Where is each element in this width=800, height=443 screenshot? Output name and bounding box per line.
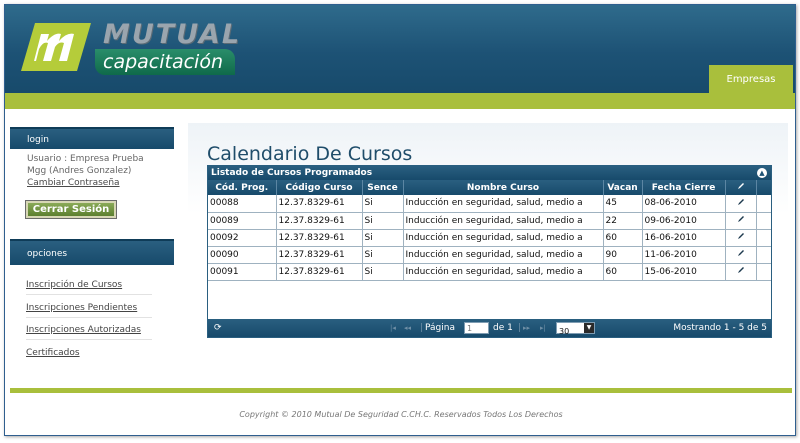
cell-spacer: [756, 212, 771, 230]
page-number-input[interactable]: 1: [464, 322, 489, 334]
cell-vacantes: 60: [603, 229, 643, 247]
cell-codigo-curso: 12.37.8329-61: [276, 229, 363, 247]
column-header-spacer: [756, 180, 771, 195]
logout-button[interactable]: Cerrar Sesión: [25, 200, 117, 219]
grid-pager: ⟳ |◂ ◂◂ | Página 1 de 1 | ▸▸ ▸| 30 ▼ Mos…: [208, 319, 771, 337]
user-line: Usuario : Empresa Prueba: [27, 154, 144, 164]
chevron-down-icon: ▼: [584, 323, 594, 333]
column-header[interactable]: Vacan: [603, 180, 643, 195]
column-header[interactable]: Fecha Cierre: [642, 180, 726, 195]
cell-spacer: [756, 246, 771, 264]
cell-vacantes: 90: [603, 246, 643, 264]
first-page-icon[interactable]: |◂: [390, 319, 396, 337]
cell-nombre-curso: Inducción en seguridad, salud, medio a: [403, 195, 604, 213]
cell-sence: Si: [362, 195, 404, 213]
options-section-header: opciones: [10, 239, 174, 265]
sidebar-item-inscripcion-cursos[interactable]: Inscripción de Cursos: [26, 280, 152, 295]
edit-icon[interactable]: [725, 263, 757, 281]
page-frame: MUTUAL capacitación Empresas login Usuar…: [4, 4, 796, 436]
cell-cod-prog: 00088: [208, 195, 277, 213]
sidebar-item-inscripciones-autorizadas[interactable]: Inscripciones Autorizadas: [26, 325, 152, 340]
cell-nombre-curso: Inducción en seguridad, salud, medio a: [403, 246, 604, 264]
cell-vacantes: 22: [603, 212, 643, 230]
table-row[interactable]: 00089 12.37.8329-61 Si Inducción en segu…: [208, 212, 771, 230]
brand-top-text: MUTUAL: [103, 19, 242, 50]
prev-page-icon[interactable]: ◂◂: [404, 319, 411, 337]
edit-icon[interactable]: [725, 195, 757, 213]
refresh-icon[interactable]: ⟳: [214, 319, 222, 337]
header: MUTUAL capacitación Empresas: [5, 5, 795, 93]
cell-cod-prog: 00092: [208, 229, 277, 247]
cell-codigo-curso: 12.37.8329-61: [276, 263, 363, 281]
cell-nombre-curso: Inducción en seguridad, salud, medio a: [403, 263, 604, 281]
login-section-header: login: [10, 127, 174, 149]
sidebar-item-certificados[interactable]: Certificados: [26, 348, 152, 362]
footer-copyright: Copyright © 2010 Mutual De Seguridad C.C…: [239, 410, 563, 419]
table-header-row: Cód. Prog. Código Curso Sence Nombre Cur…: [208, 180, 771, 195]
last-page-icon[interactable]: ▸|: [540, 319, 546, 337]
page-size-value: 30: [559, 327, 570, 336]
page-of-label: de 1: [493, 323, 513, 333]
page-size-select[interactable]: 30 ▼: [556, 322, 595, 336]
edit-icon[interactable]: [725, 246, 757, 264]
cell-codigo-curso: 12.37.8329-61: [276, 212, 363, 230]
column-header[interactable]: Sence: [362, 180, 404, 195]
user-name: Mgg (Andres Gonzalez): [27, 166, 132, 176]
page-title: Calendario De Cursos: [207, 143, 413, 165]
cell-vacantes: 45: [603, 195, 643, 213]
cell-nombre-curso: Inducción en seguridad, salud, medio a: [403, 229, 604, 247]
table-row[interactable]: 00092 12.37.8329-61 Si Inducción en segu…: [208, 229, 771, 247]
courses-grid: Listado de Cursos Programados ▲ Cód. Pro…: [207, 165, 772, 338]
records-count: Mostrando 1 - 5 de 5: [673, 323, 767, 333]
edit-icon[interactable]: [725, 229, 757, 247]
cell-sence: Si: [362, 263, 404, 281]
table-row[interactable]: 00090 12.37.8329-61 Si Inducción en segu…: [208, 246, 771, 264]
cell-fecha-cierre: 11-06-2010: [642, 246, 726, 264]
pencil-icon: [737, 183, 744, 189]
accent-bar: [5, 93, 795, 109]
page-label: Página: [425, 323, 455, 333]
column-header[interactable]: Nombre Curso: [403, 180, 604, 195]
collapse-icon[interactable]: ▲: [757, 168, 767, 178]
grid-caption-text: Listado de Cursos Programados: [211, 168, 373, 178]
cell-fecha-cierre: 09-06-2010: [642, 212, 726, 230]
pager-separator: |: [518, 323, 522, 333]
grid-caption: Listado de Cursos Programados ▲: [208, 166, 771, 180]
change-password-link[interactable]: Cambiar Contraseña: [27, 178, 120, 188]
column-header[interactable]: Cód. Prog.: [208, 180, 277, 195]
cell-spacer: [756, 229, 771, 247]
cell-cod-prog: 00089: [208, 212, 277, 230]
cell-sence: Si: [362, 246, 404, 264]
cell-sence: Si: [362, 212, 404, 230]
cell-codigo-curso: 12.37.8329-61: [276, 195, 363, 213]
pager-separator: |: [420, 323, 424, 333]
edit-icon[interactable]: [725, 212, 757, 230]
column-header-edit: [725, 180, 757, 195]
brand-bottom-text: capacitación: [95, 49, 236, 75]
cell-spacer: [756, 195, 771, 213]
cell-codigo-curso: 12.37.8329-61: [276, 246, 363, 264]
cell-vacantes: 60: [603, 263, 643, 281]
tab-empresas[interactable]: Empresas: [709, 65, 793, 93]
next-page-icon[interactable]: ▸▸: [523, 319, 530, 337]
mutual-logo-icon: [21, 23, 91, 71]
table-row[interactable]: 00091 12.37.8329-61 Si Inducción en segu…: [208, 263, 771, 281]
cell-cod-prog: 00091: [208, 263, 277, 281]
table-row[interactable]: 00088 12.37.8329-61 Si Inducción en segu…: [208, 195, 771, 213]
footer-accent-bar: [10, 388, 792, 393]
courses-table: Cód. Prog. Código Curso Sence Nombre Cur…: [208, 180, 771, 281]
cell-fecha-cierre: 16-06-2010: [642, 229, 726, 247]
cell-fecha-cierre: 15-06-2010: [642, 263, 726, 281]
cell-fecha-cierre: 08-06-2010: [642, 195, 726, 213]
cell-nombre-curso: Inducción en seguridad, salud, medio a: [403, 212, 604, 230]
cell-spacer: [756, 263, 771, 281]
sidebar-item-inscripciones-pendientes[interactable]: Inscripciones Pendientes: [26, 303, 152, 318]
cell-sence: Si: [362, 229, 404, 247]
column-header[interactable]: Código Curso: [276, 180, 363, 195]
cell-cod-prog: 00090: [208, 246, 277, 264]
